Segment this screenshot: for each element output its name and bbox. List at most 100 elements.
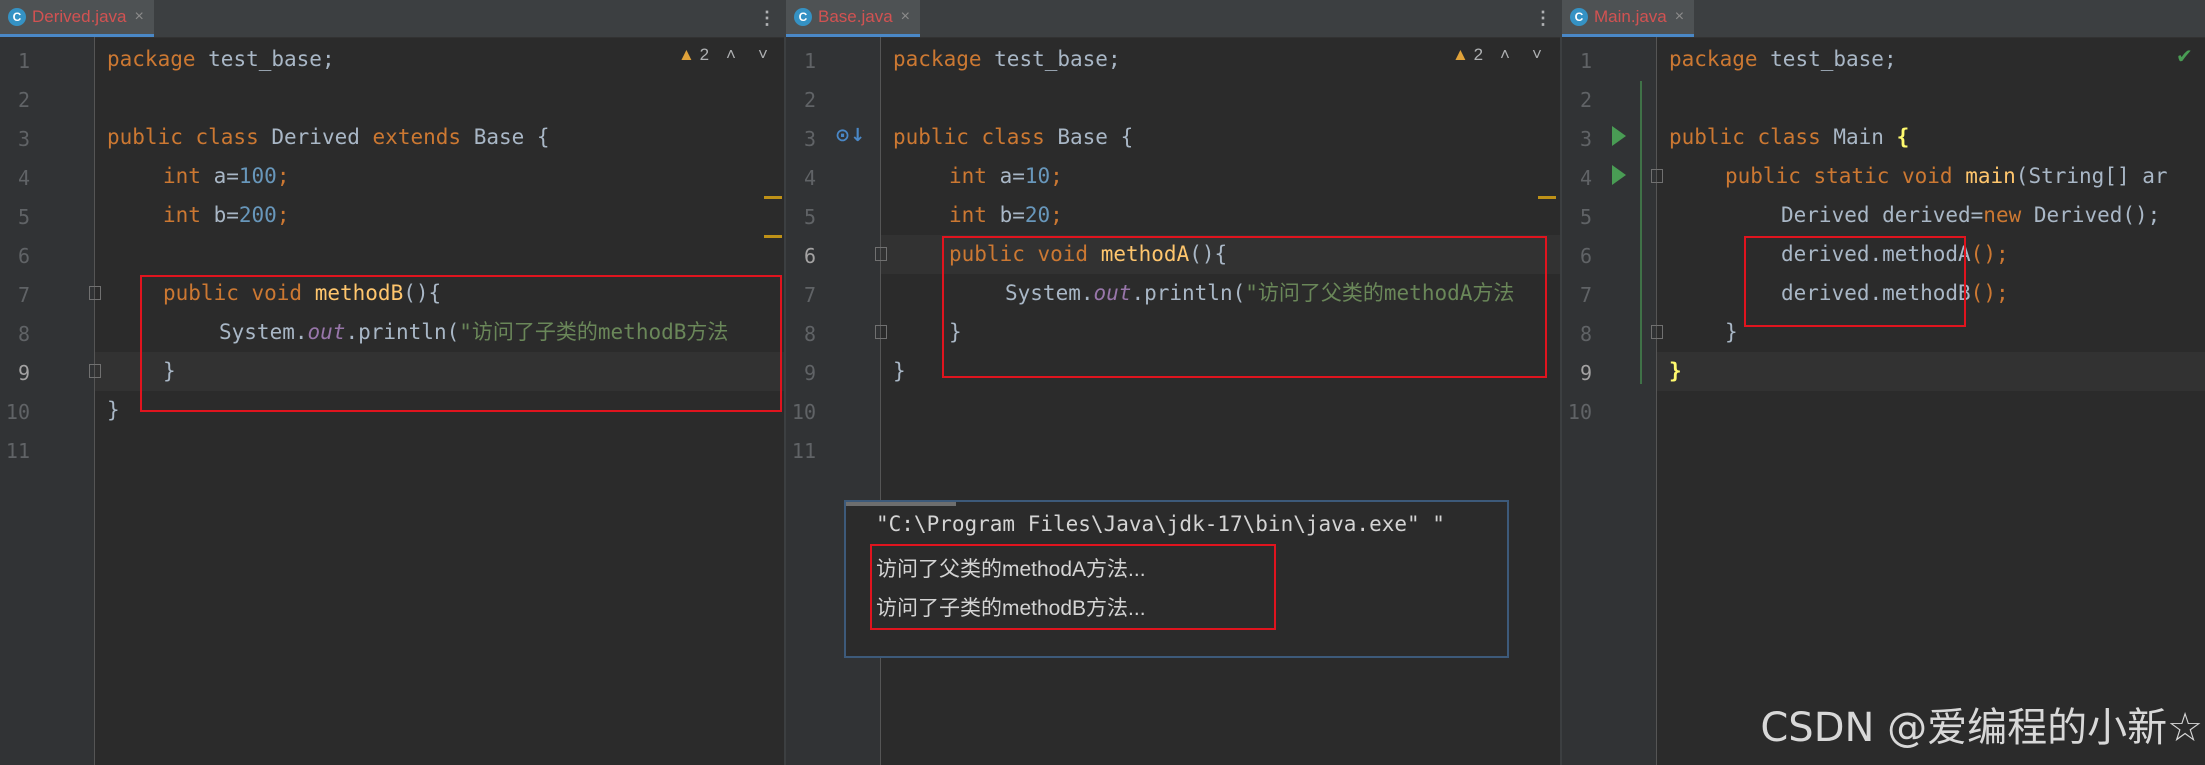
token: a= bbox=[999, 164, 1025, 188]
token: public class bbox=[1669, 125, 1834, 149]
code-line: public class Main { bbox=[1669, 118, 1909, 157]
line-number: 5 bbox=[1579, 205, 1592, 229]
warning-count: 2 bbox=[1473, 45, 1484, 64]
line-number: 5 bbox=[803, 205, 816, 229]
fold-icon[interactable] bbox=[875, 325, 887, 339]
line-number: 6 bbox=[17, 244, 30, 268]
gutter: 1 2 3 4 5 6 7 8 9 10 11 bbox=[0, 37, 101, 765]
close-icon[interactable]: × bbox=[901, 8, 910, 26]
line-number: 6 bbox=[803, 244, 816, 268]
code-line: int b=200; bbox=[163, 196, 289, 235]
line-number: 5 bbox=[17, 205, 30, 229]
warning-stripe-marker[interactable] bbox=[764, 235, 782, 238]
token: int bbox=[163, 164, 214, 188]
line-number: 4 bbox=[17, 166, 30, 190]
tab-base-java[interactable]: C Base.java × bbox=[786, 0, 921, 37]
token: int bbox=[163, 203, 214, 227]
fold-icon[interactable] bbox=[1651, 169, 1663, 183]
code-line: } bbox=[893, 359, 906, 383]
more-options-icon[interactable]: ⋮ bbox=[758, 6, 776, 30]
close-icon[interactable]: × bbox=[1675, 8, 1684, 26]
tab-main-java[interactable]: C Main.java × bbox=[1562, 0, 1695, 37]
token: (); bbox=[1970, 281, 2009, 305]
console-scrollbar[interactable] bbox=[846, 502, 956, 506]
warnings-indicator[interactable]: ▲ 2 bbox=[1452, 45, 1483, 65]
tab-label: Derived.java bbox=[32, 7, 127, 26]
next-highlight-icon[interactable]: ˅ bbox=[758, 45, 768, 65]
token: b= bbox=[213, 203, 239, 227]
line-number: 10 bbox=[1567, 400, 1592, 424]
warning-stripe-marker[interactable] bbox=[764, 196, 782, 199]
token: 10 bbox=[1024, 164, 1051, 188]
line-number: 4 bbox=[803, 166, 816, 190]
run-icon[interactable] bbox=[1612, 126, 1626, 146]
tab-bar: C Main.java × bbox=[1562, 0, 2205, 38]
token: int bbox=[949, 203, 1000, 227]
token: (String[] ar bbox=[2015, 164, 2168, 188]
line-number: 8 bbox=[1579, 322, 1592, 346]
fold-icon[interactable] bbox=[1651, 325, 1663, 339]
line-number: 2 bbox=[17, 88, 30, 112]
java-class-icon: C bbox=[8, 8, 26, 26]
highlight-box-calls bbox=[1744, 236, 1966, 327]
warning-stripe-marker[interactable] bbox=[1538, 196, 1556, 199]
previous-highlight-icon[interactable]: ˄ bbox=[726, 45, 736, 65]
no-problems-check-icon[interactable]: ✔ bbox=[2176, 44, 2193, 68]
watermark: CSDN @爱编程的小新☆ bbox=[1760, 705, 2203, 751]
line-number: 1 bbox=[1579, 49, 1592, 73]
gutter: 1 2 3 4 5 6 7 8 9 10 bbox=[1562, 37, 1663, 765]
token: public class bbox=[107, 125, 272, 149]
previous-highlight-icon[interactable]: ˄ bbox=[1500, 45, 1510, 65]
token: a= bbox=[213, 164, 239, 188]
fold-icon[interactable] bbox=[875, 247, 887, 261]
next-highlight-icon[interactable]: ˅ bbox=[1532, 45, 1542, 65]
line-number: 10 bbox=[5, 400, 30, 424]
code-line: int a=10; bbox=[949, 157, 1063, 196]
tab-derived-java[interactable]: C Derived.java × bbox=[0, 0, 154, 37]
token: 100 bbox=[238, 164, 277, 188]
fold-icon[interactable] bbox=[89, 286, 101, 300]
token: Derived derived= bbox=[1781, 203, 1984, 227]
line-number: 3 bbox=[803, 127, 816, 151]
token: ; bbox=[1050, 164, 1063, 188]
line-number: 3 bbox=[17, 127, 30, 151]
code-line: package test_base; bbox=[1669, 40, 1897, 79]
run-console-popup: "C:\Program Files\Java\jdk-17\bin\java.e… bbox=[844, 500, 1509, 658]
token: { bbox=[1896, 125, 1910, 149]
line-number: 2 bbox=[1579, 88, 1592, 112]
token: Derived bbox=[271, 125, 373, 149]
token: main bbox=[1965, 164, 2016, 188]
token: test_base; bbox=[981, 47, 1121, 71]
line-number: 9 bbox=[17, 361, 30, 385]
line-number: 3 bbox=[1579, 127, 1592, 151]
line-number: 1 bbox=[17, 49, 30, 73]
java-class-icon: C bbox=[1570, 8, 1588, 26]
code-line: package test_base; bbox=[107, 40, 335, 79]
line-number: 9 bbox=[803, 361, 816, 385]
tab-label: Base.java bbox=[818, 7, 893, 26]
change-marker[interactable] bbox=[1640, 81, 1642, 384]
code-line: public static void main(String[] ar bbox=[1725, 157, 2168, 196]
token: public static void bbox=[1725, 164, 1966, 188]
code-line: int b=20; bbox=[949, 196, 1063, 235]
run-icon[interactable] bbox=[1612, 165, 1626, 185]
token: test_base; bbox=[195, 47, 335, 71]
token: package bbox=[1669, 47, 1758, 71]
tab-label: Main.java bbox=[1594, 7, 1667, 26]
token: ; bbox=[276, 203, 290, 227]
token: Derived(); bbox=[2033, 203, 2161, 227]
console-command-line: "C:\Program Files\Java\jdk-17\bin\java.e… bbox=[876, 512, 1445, 536]
code-line: package test_base; bbox=[893, 40, 1121, 79]
close-icon[interactable]: × bbox=[135, 8, 144, 26]
token: extends bbox=[372, 125, 474, 149]
editor-pane-main: C Main.java × 1 2 3 4 5 6 7 8 9 10 ✔ pac… bbox=[1562, 0, 2205, 765]
fold-icon[interactable] bbox=[89, 364, 101, 378]
line-number: 7 bbox=[803, 283, 816, 307]
line-number: 7 bbox=[17, 283, 30, 307]
token: Base { bbox=[1057, 125, 1134, 149]
more-options-icon[interactable]: ⋮ bbox=[1534, 6, 1552, 30]
warnings-indicator[interactable]: ▲ 2 bbox=[678, 45, 709, 65]
token: new bbox=[1983, 203, 2034, 227]
implemented-marker-icon[interactable]: ⊙↓ bbox=[835, 125, 865, 146]
line-number: 7 bbox=[1579, 283, 1592, 307]
